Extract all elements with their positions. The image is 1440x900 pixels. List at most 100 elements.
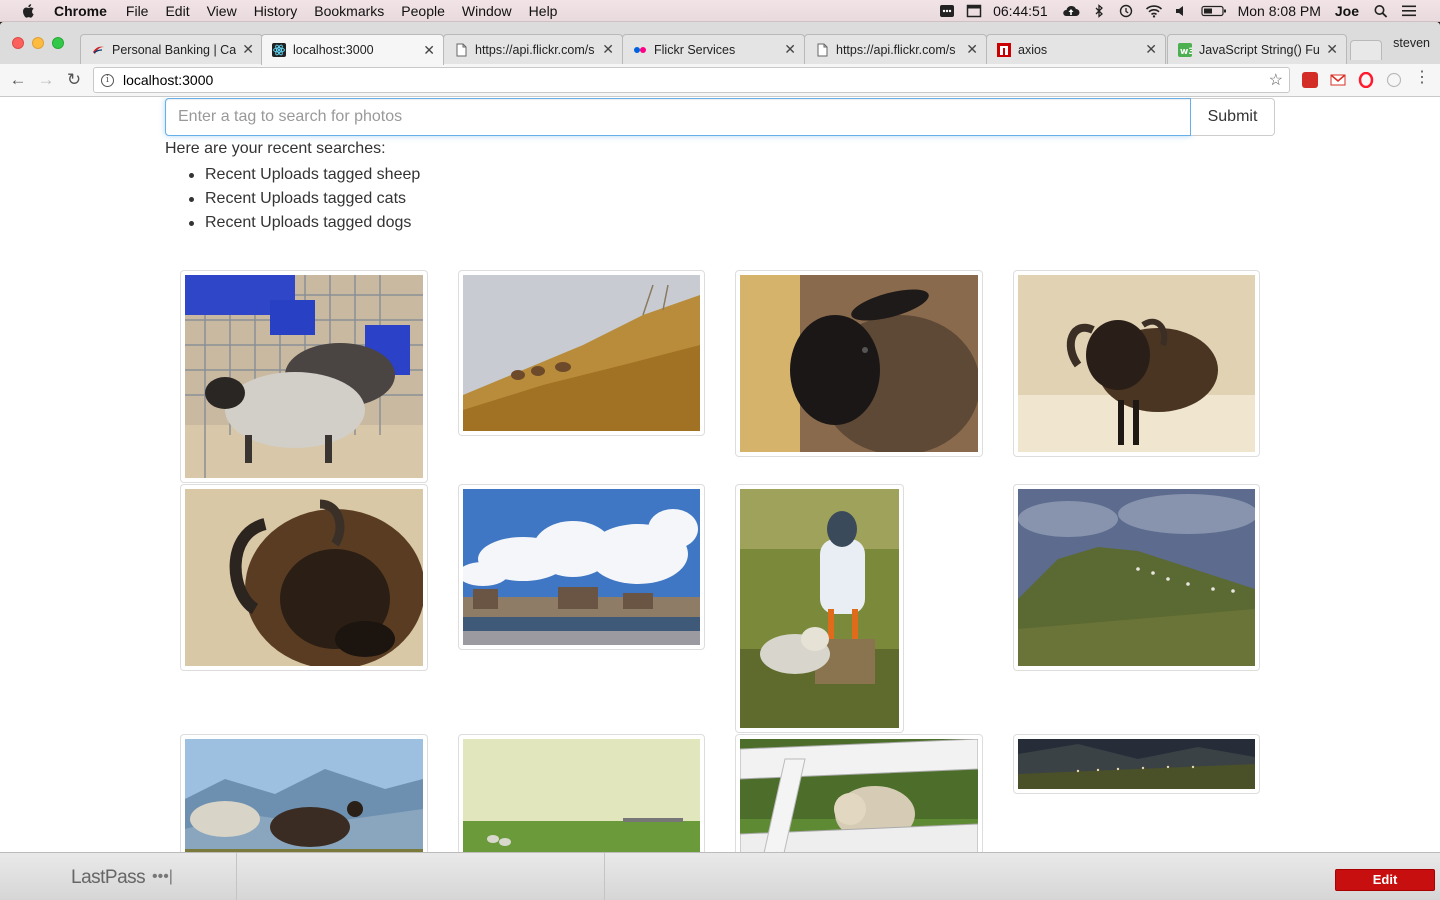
battery-icon[interactable] [1201, 4, 1227, 18]
photo-thumbnail[interactable] [735, 734, 983, 852]
menubar-clock[interactable]: 06:44:51 [993, 3, 1048, 19]
close-tab-icon[interactable]: ✕ [602, 41, 614, 58]
photo-thumbnail[interactable] [458, 484, 705, 650]
bluetooth-icon[interactable] [1091, 3, 1107, 18]
address-text[interactable]: localhost:3000 [123, 72, 213, 88]
photo-thumbnail[interactable] [180, 484, 428, 671]
close-tab-icon[interactable]: ✕ [1326, 41, 1338, 58]
tab-flickr-services[interactable]: Flickr Services ✕ [622, 34, 805, 64]
notification-center-icon[interactable] [1400, 4, 1418, 18]
wifi-icon[interactable] [1145, 4, 1163, 18]
svg-text:w3: w3 [1180, 47, 1192, 57]
npm-icon [997, 42, 1011, 57]
photo-thumbnail[interactable] [180, 734, 428, 852]
horned-sheep-photo [1018, 275, 1255, 452]
bookmark-star-icon[interactable]: ☆ [1269, 70, 1283, 90]
page-content: Submit Here are your recent searches: Re… [0, 98, 1440, 852]
photo-thumbnail[interactable] [180, 270, 428, 483]
close-tab-icon[interactable]: ✕ [242, 41, 254, 58]
lastpass-dots-icon: •••| [152, 868, 173, 885]
lastpass-extension-icon[interactable] [1302, 72, 1318, 88]
menubar-user[interactable]: Joe [1335, 3, 1359, 19]
calendar-icon[interactable] [966, 4, 982, 18]
tag-search-input[interactable] [165, 98, 1191, 136]
submit-button[interactable]: Submit [1191, 98, 1275, 136]
tab-flickr-api-1[interactable]: https://api.flickr.com/s ✕ [443, 34, 623, 64]
menu-view[interactable]: View [207, 3, 237, 19]
menu-app-chrome[interactable]: Chrome [54, 3, 107, 19]
menu-help[interactable]: Help [529, 3, 558, 19]
profile-name[interactable]: steven [1393, 36, 1430, 50]
dusk-valley-sheep-photo [1018, 739, 1255, 789]
photo-thumbnail[interactable] [458, 734, 705, 852]
gmail-extension-icon[interactable] [1330, 72, 1346, 88]
cloud-upload-icon[interactable] [1062, 4, 1080, 18]
city-harbor-clouds-photo [458, 489, 700, 645]
menu-history[interactable]: History [254, 3, 298, 19]
capital-one-icon [93, 46, 104, 54]
mountain-sheep-goat-photo [185, 739, 423, 852]
tab-localhost[interactable]: localhost:3000 ✕ [261, 34, 444, 65]
volume-icon[interactable] [1174, 4, 1190, 18]
info-icon[interactable]: i [101, 73, 114, 87]
maximize-window-button[interactable] [52, 37, 64, 49]
disabled-extension-icon[interactable] [1386, 72, 1402, 88]
lastpass-bar: LastPass •••| Edit [0, 852, 1440, 900]
recent-search-item[interactable]: Recent Uploads tagged dogs [188, 211, 420, 235]
tab-personal-banking[interactable]: Personal Banking | Ca ✕ [80, 34, 263, 64]
flickr-icon [634, 46, 646, 53]
spotlight-search-icon[interactable] [1373, 4, 1389, 18]
recent-searches-heading: Here are your recent searches: [165, 140, 386, 157]
photo-thumbnail[interactable] [735, 270, 983, 457]
lastpass-logo: LastPass [71, 867, 146, 888]
deer-on-hillside-photo [463, 275, 700, 431]
menu-people[interactable]: People [401, 3, 445, 19]
time-machine-icon[interactable] [1118, 4, 1134, 18]
browser-toolbar: ← → ↻ i localhost:3000 ☆ ⋮ [0, 64, 1440, 97]
grassy-hill-sheep-photo [1018, 489, 1258, 666]
divider [604, 853, 605, 900]
reload-icon[interactable]: ↻ [64, 70, 84, 90]
recent-search-item[interactable]: Recent Uploads tagged cats [188, 187, 420, 211]
sheep-in-pen-photo [185, 275, 423, 478]
tab-flickr-api-2[interactable]: https://api.flickr.com/s ✕ [804, 34, 987, 64]
recent-searches-list: Recent Uploads tagged sheep Recent Uploa… [188, 163, 420, 235]
green-field-sheep-photo [463, 739, 700, 852]
close-window-button[interactable] [12, 37, 24, 49]
tab-strip: Personal Banking | Ca ✕ localhost:3000 ✕… [0, 22, 1440, 65]
back-arrow-icon[interactable]: ← [8, 70, 28, 90]
menubar-datetime[interactable]: Mon 8:08 PM [1238, 3, 1321, 19]
photo-thumbnail[interactable] [1013, 484, 1260, 671]
photo-thumbnail[interactable] [1013, 734, 1260, 794]
recent-search-item[interactable]: Recent Uploads tagged sheep [188, 163, 420, 187]
forward-arrow-icon[interactable]: → [36, 70, 56, 90]
menubar-extra-icon[interactable] [939, 4, 955, 18]
menu-window[interactable]: Window [462, 3, 512, 19]
black-sheep-face-photo [740, 275, 980, 455]
new-tab-button[interactable] [1350, 40, 1382, 60]
ram-closeup-photo [185, 489, 425, 669]
menu-edit[interactable]: Edit [165, 3, 189, 19]
lastpass-edit-button[interactable]: Edit [1335, 869, 1435, 891]
close-tab-icon[interactable]: ✕ [1145, 41, 1157, 58]
close-tab-icon[interactable]: ✕ [423, 42, 435, 59]
photo-thumbnail[interactable] [735, 484, 904, 733]
penguin-figure-lamb-photo [740, 489, 899, 728]
page-icon [456, 43, 467, 56]
w3schools-icon: w3 [1178, 42, 1192, 57]
sheep-behind-fence-photo [739, 738, 979, 852]
menu-bookmarks[interactable]: Bookmarks [314, 3, 384, 19]
close-tab-icon[interactable]: ✕ [966, 41, 978, 58]
opera-extension-icon[interactable] [1358, 72, 1374, 88]
close-tab-icon[interactable]: ✕ [784, 41, 796, 58]
menu-file[interactable]: File [126, 3, 149, 19]
minimize-window-button[interactable] [32, 37, 44, 49]
macos-menubar: Chrome File Edit View History Bookmarks … [0, 0, 1440, 22]
chrome-menu-icon[interactable]: ⋮ [1414, 70, 1430, 86]
tab-axios[interactable]: axios ✕ [986, 34, 1166, 64]
address-bar[interactable]: i localhost:3000 ☆ [93, 67, 1290, 93]
tab-javascript-string[interactable]: w3 JavaScript String() Fu ✕ [1167, 34, 1347, 64]
apple-icon[interactable] [20, 3, 38, 19]
photo-thumbnail[interactable] [1013, 270, 1260, 457]
photo-thumbnail[interactable] [458, 270, 705, 436]
